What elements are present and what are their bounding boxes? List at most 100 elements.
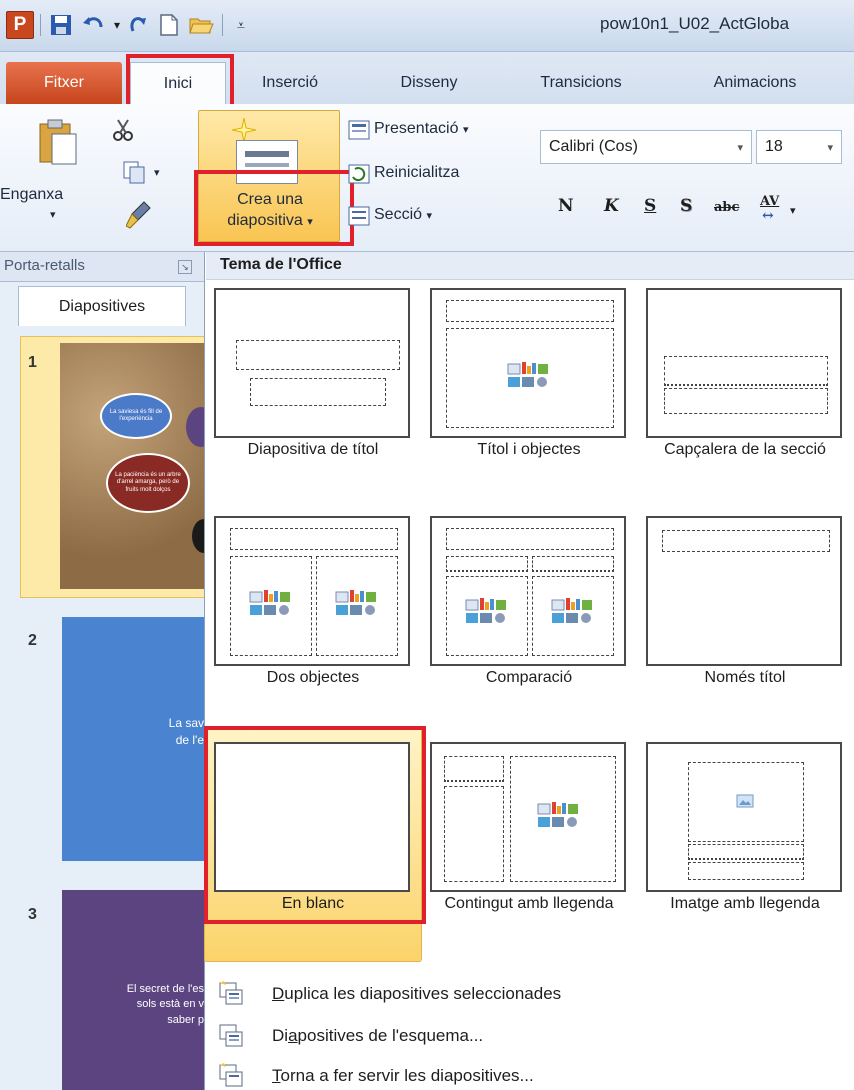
- ribbon-tab-bar: Fitxer Inici Inserció Disseny Transicion…: [0, 52, 854, 104]
- layout-title-content[interactable]: Títol i objectes: [424, 288, 630, 508]
- menu-accelerator: a: [288, 1026, 298, 1045]
- toolbar-separator: [222, 14, 223, 36]
- layout-blank-label: En blanc: [281, 895, 345, 912]
- strikethrough-button[interactable]: abc: [714, 200, 739, 215]
- copy-dropdown-icon[interactable]: ▾: [154, 166, 160, 179]
- cut-icon[interactable]: [112, 118, 136, 146]
- layout-title-only[interactable]: Només títol: [640, 516, 846, 736]
- content-insert-icon: [335, 590, 376, 615]
- italic-button[interactable]: K: [604, 196, 619, 216]
- new-slide-label[interactable]: Crea una diapositiva ▾: [218, 190, 322, 232]
- placeholder: [444, 756, 504, 782]
- customize-toolbar-icon[interactable]: ⩡: [228, 12, 254, 38]
- menu-text-rest: orna a fer servir les diapositives...: [280, 1066, 534, 1085]
- placeholder: [662, 530, 830, 552]
- toolbar-separator: [40, 14, 41, 36]
- chevron-down-icon: ▾: [462, 124, 469, 136]
- tab-file[interactable]: Fitxer: [6, 62, 122, 104]
- placeholder: [236, 340, 400, 370]
- menu-slides-from-outline[interactable]: Diapositives de l'esquema...: [206, 1016, 854, 1056]
- gallery-title: Tema de l'Office: [220, 256, 342, 273]
- format-painter-icon[interactable]: [125, 200, 152, 234]
- document-title: pow10n1_U02_ActGloba: [600, 14, 790, 33]
- chevron-down-icon[interactable]: ▾: [737, 141, 743, 154]
- new-slide-label-text: diapositiva: [227, 211, 303, 229]
- layout-comparison-label: Comparació: [485, 669, 573, 686]
- placeholder: [688, 862, 804, 880]
- menu-duplicate-slides[interactable]: Duplica les diapositives seleccionades: [206, 974, 854, 1014]
- section-button[interactable]: Secció ▾: [374, 206, 432, 224]
- layout-title-slide-thumbnail: [214, 288, 410, 438]
- menu-accelerator: T: [272, 1066, 281, 1085]
- character-spacing-button[interactable]: AV: [760, 194, 779, 209]
- slide-1-thumbnail[interactable]: La saviesa és fill de l'experiència La p…: [60, 343, 216, 589]
- placeholder: [444, 786, 504, 882]
- slide-3-thumbnail[interactable]: El secret de l'es sols està en v saber p: [62, 890, 210, 1090]
- reset-button[interactable]: Reinicialitza: [374, 164, 459, 182]
- section-icon: [348, 206, 370, 230]
- layout-title-slide-label: Diapositiva de títol: [247, 441, 379, 458]
- section-button-label: Secció: [374, 206, 423, 223]
- slide-1-bubble-2: La paciència és un arbre d'arrel amarga,…: [106, 453, 190, 513]
- slide-1-number: 1: [28, 354, 37, 371]
- undo-icon[interactable]: [80, 12, 106, 38]
- layout-comparison[interactable]: Comparació: [424, 516, 630, 736]
- content-insert-icon: [551, 598, 592, 623]
- font-name-combobox[interactable]: Calibri (Cos) ▾: [540, 130, 752, 164]
- layout-blank[interactable]: En blanc: [208, 742, 414, 962]
- slide-2-number: 2: [28, 632, 37, 649]
- bold-button[interactable]: N: [558, 196, 574, 216]
- placeholder: [688, 844, 804, 860]
- picture-icon: [736, 794, 754, 808]
- layout-two-content-thumbnail: [214, 516, 410, 666]
- placeholder: [446, 556, 528, 572]
- layout-button[interactable]: Presentació ▾: [374, 120, 468, 138]
- menu-reuse-slides[interactable]: Torna a fer servir les diapositives...: [206, 1056, 854, 1090]
- open-folder-icon[interactable]: [188, 12, 214, 38]
- slide-3-text-line3: saber p: [167, 1013, 204, 1026]
- layout-content-caption[interactable]: Contingut amb llegenda: [424, 742, 630, 962]
- tab-transitions[interactable]: Transicions: [520, 62, 642, 104]
- slide-3-text-line1: El secret de l'es: [126, 983, 204, 995]
- layout-section-header-label: Capçalera de la secció: [664, 441, 826, 458]
- new-slide-label-line1: Crea una: [237, 191, 303, 208]
- new-document-icon[interactable]: [156, 12, 182, 38]
- dialog-launcher-icon[interactable]: ↘: [178, 260, 192, 274]
- reset-icon: [348, 164, 370, 188]
- tab-design[interactable]: Disseny: [384, 62, 474, 104]
- layout-title-slide[interactable]: Diapositiva de títol: [208, 288, 414, 508]
- paste-dropdown-icon[interactable]: ▾: [50, 208, 56, 221]
- tab-home[interactable]: Inici: [130, 62, 226, 104]
- redo-icon[interactable]: [124, 12, 150, 38]
- save-icon[interactable]: [48, 12, 74, 38]
- layout-picture-caption-label: Imatge amb llegenda: [670, 895, 820, 912]
- new-slide-icon: [236, 140, 298, 184]
- copy-icon[interactable]: [122, 160, 150, 188]
- spacing-dropdown-icon[interactable]: ▾: [790, 204, 796, 217]
- font-size-combobox[interactable]: 18 ▾: [756, 130, 842, 164]
- layout-title-content-thumbnail: [430, 288, 626, 438]
- tab-slides[interactable]: Diapositives: [18, 286, 186, 326]
- slide-3-text-line2: sols està en v: [136, 998, 204, 1011]
- layout-two-content[interactable]: Dos objectes: [208, 516, 414, 736]
- text-shadow-button[interactable]: S: [680, 196, 692, 216]
- slide-3-number: 3: [28, 906, 37, 923]
- spacing-arrows-icon: ↔: [762, 208, 774, 224]
- layout-icon: [348, 120, 370, 144]
- content-insert-icon: [537, 802, 578, 827]
- tab-animations[interactable]: Animacions: [690, 62, 820, 104]
- underline-button[interactable]: S: [644, 196, 656, 216]
- layout-picture-caption[interactable]: Imatge amb llegenda: [640, 742, 846, 962]
- menu-reuse-slides-label: Torna a fer servir les diapositives...: [272, 1066, 534, 1086]
- slide-2-thumbnail[interactable]: La sav de l'e: [62, 617, 210, 861]
- tab-insert[interactable]: Inserció: [240, 62, 340, 104]
- paste-button-label[interactable]: Enganxa: [0, 186, 63, 204]
- placeholder: [446, 528, 614, 550]
- menu-text-rest: uplica les diapositives seleccionades: [284, 984, 562, 1003]
- powerpoint-logo-icon[interactable]: P: [6, 11, 34, 39]
- chevron-down-icon[interactable]: ▾: [827, 141, 833, 154]
- paste-icon[interactable]: [38, 118, 78, 166]
- slide-2-text-line2: de l'e: [175, 732, 204, 747]
- layout-section-header[interactable]: Capçalera de la secció: [640, 288, 846, 508]
- placeholder: [532, 556, 614, 572]
